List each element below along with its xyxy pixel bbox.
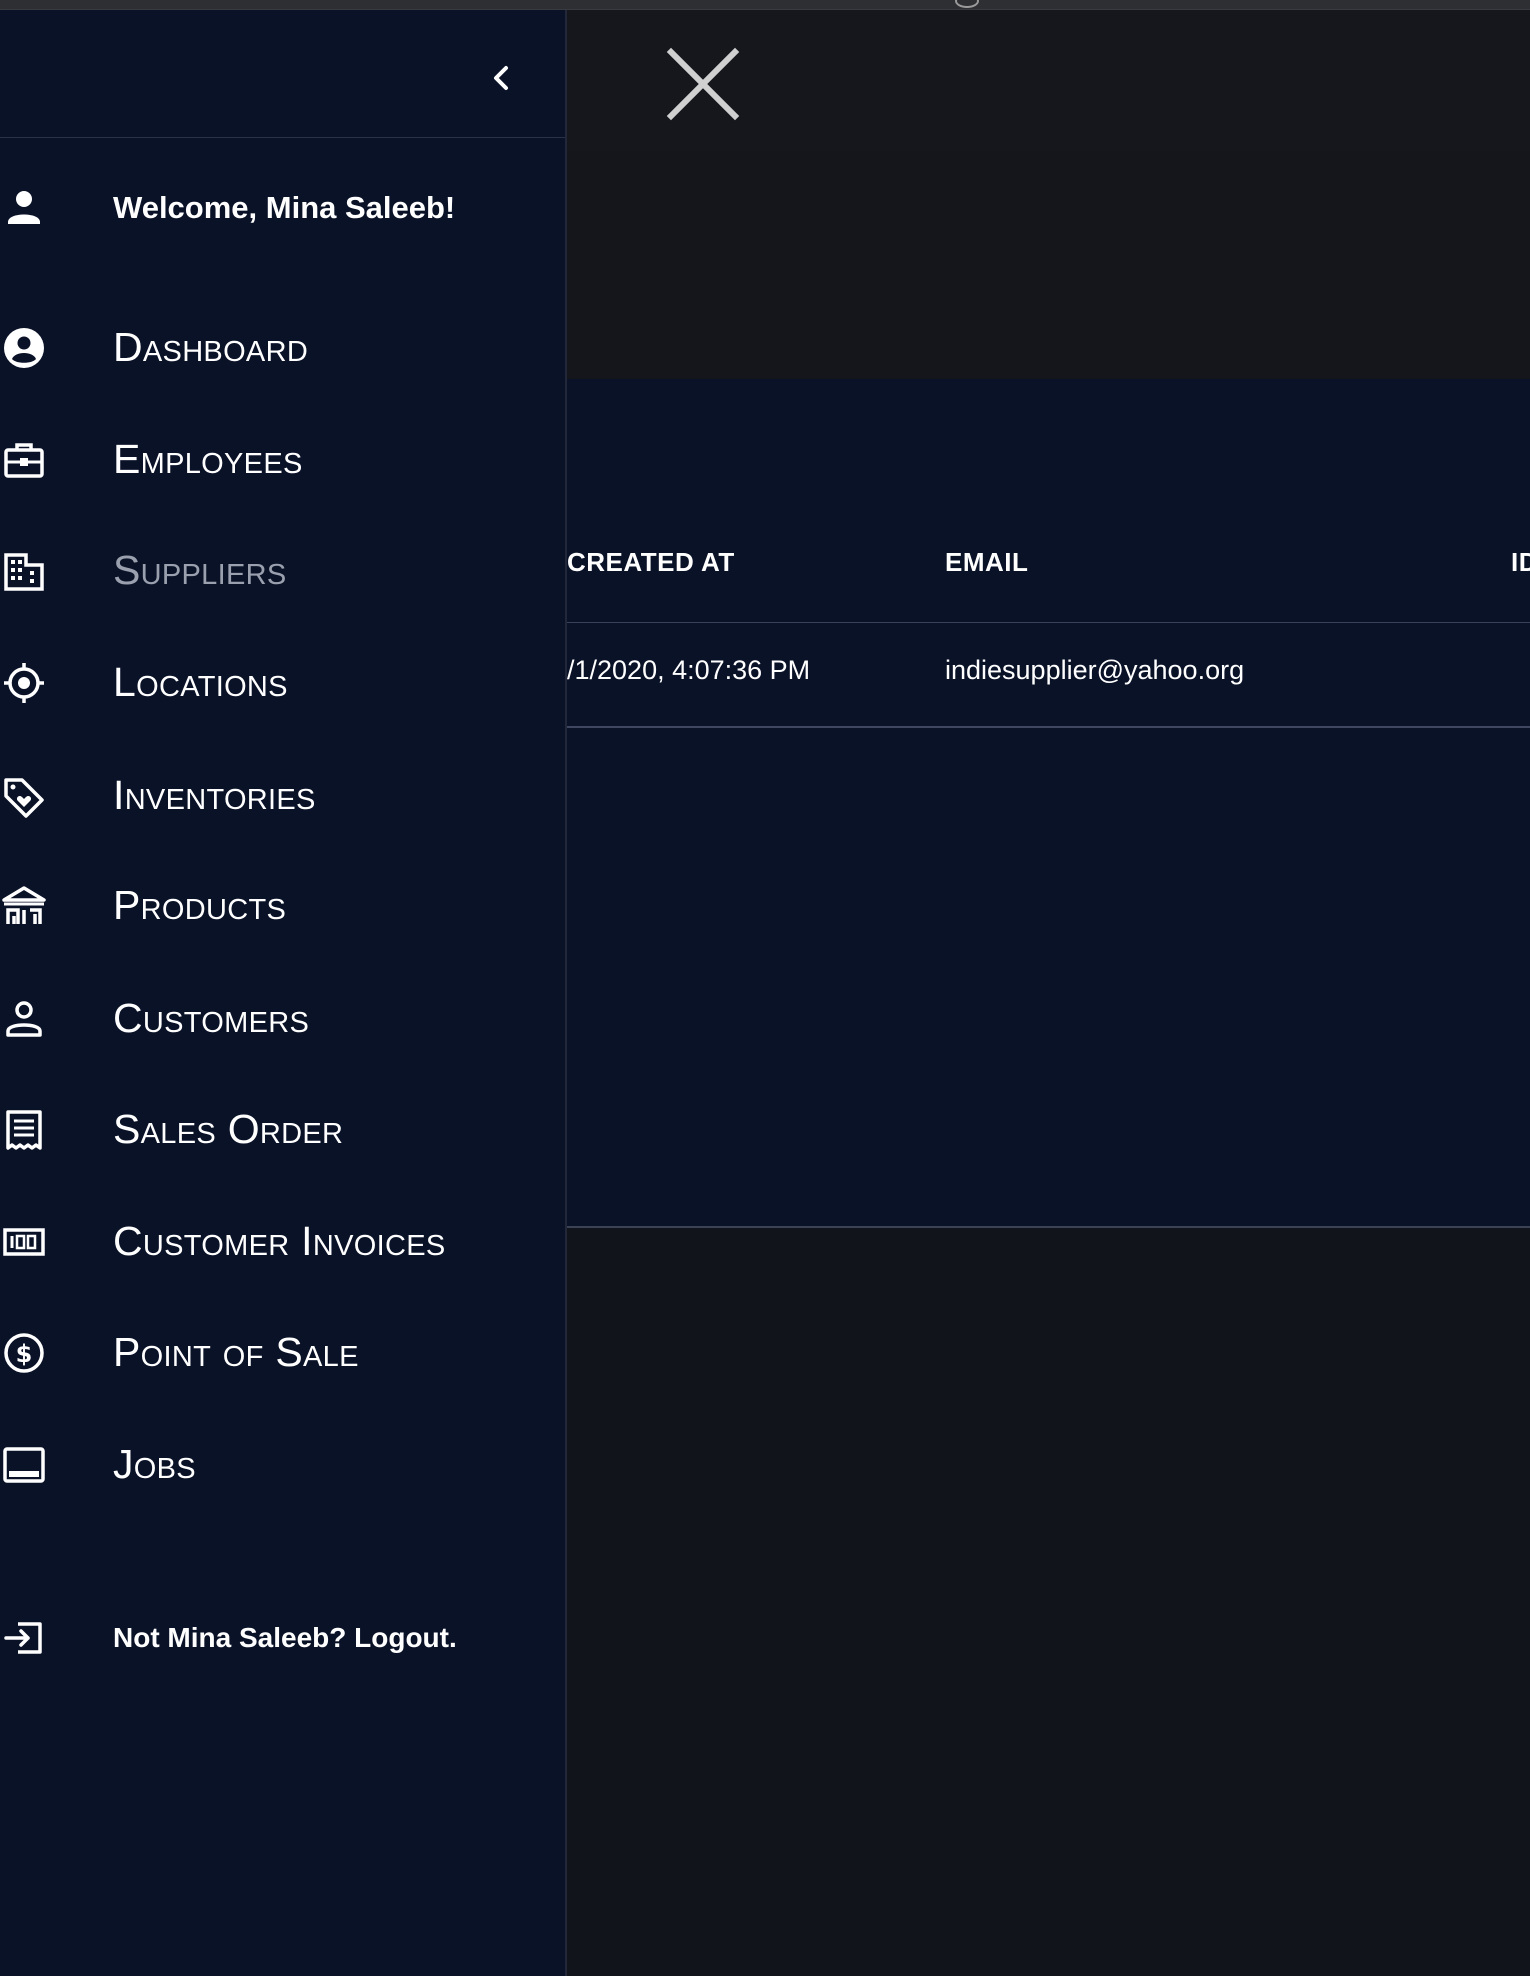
column-header-created-at[interactable]: CREATED AT — [567, 547, 735, 578]
tag-heart-icon — [2, 774, 46, 818]
cell-created-at: /1/2020, 4:07:36 PM — [567, 655, 811, 685]
logout-text: Not Mina Saleeb? Logout. — [113, 1622, 457, 1653]
nav-item-jobs[interactable]: Jobs — [0, 1425, 565, 1505]
welcome-text: Welcome, Mina Saleeb! — [113, 190, 456, 225]
nav-label-jobs: Jobs — [113, 1441, 196, 1487]
navigation-drawer: Welcome, Mina Saleeb! Dashboard Employee… — [0, 10, 567, 1976]
nav-item-dashboard[interactable]: Dashboard — [0, 308, 565, 388]
suppliers-table: CREATED AT EMAIL ID /1/2020, 4:07:36 PM … — [567, 379, 1530, 1228]
cell-email: indiesupplier@yahoo.org — [945, 655, 1245, 685]
top-indicator — [955, 0, 979, 8]
column-header-email[interactable]: EMAIL — [945, 547, 1028, 578]
header-divider — [567, 622, 1530, 623]
svg-text:$: $ — [16, 1340, 33, 1368]
nav-label-suppliers: Suppliers — [113, 547, 287, 593]
monitor-icon — [2, 1443, 46, 1487]
close-icon[interactable] — [663, 44, 743, 124]
nav-label-customer-invoices: Customer Invoices — [113, 1218, 446, 1264]
nav-item-customer-invoices[interactable]: Customer Invoices — [0, 1202, 565, 1282]
nav-label-locations: Locations — [113, 659, 288, 705]
nav-item-sales-order[interactable]: Sales Order — [0, 1090, 565, 1170]
crosshair-icon — [2, 661, 46, 705]
dollar-circle-icon: $ — [2, 1331, 46, 1375]
store-icon — [2, 884, 46, 928]
nav-item-inventories[interactable]: Inventories — [0, 756, 565, 836]
nav-label-inventories: Inventories — [113, 772, 316, 818]
briefcase-icon — [2, 438, 46, 482]
invoice-icon — [2, 1220, 46, 1264]
window-top-strip — [0, 0, 1530, 10]
logout-icon — [2, 1616, 46, 1660]
building-icon — [2, 549, 46, 593]
person-outline-icon — [2, 997, 46, 1041]
nav-item-suppliers[interactable]: Suppliers — [0, 531, 565, 611]
nav-label-point-of-sale: Point of Sale — [113, 1329, 359, 1375]
chevron-left-icon[interactable] — [484, 58, 518, 98]
nav-label-sales-order: Sales Order — [113, 1106, 344, 1152]
column-header-id[interactable]: ID — [1511, 547, 1530, 578]
nav-item-locations[interactable]: Locations — [0, 643, 565, 723]
nav-label-employees: Employees — [113, 436, 303, 482]
nav-item-point-of-sale[interactable]: $ Point of Sale — [0, 1313, 565, 1393]
drawer-header — [0, 10, 565, 138]
nav-item-customers[interactable]: Customers — [0, 979, 565, 1059]
nav-label-dashboard: Dashboard — [113, 324, 309, 370]
welcome-item: Welcome, Mina Saleeb! — [0, 168, 565, 248]
nav-label-products: Products — [113, 882, 287, 928]
row-divider — [567, 726, 1530, 728]
nav-label-customers: Customers — [113, 995, 310, 1041]
nav-item-employees[interactable]: Employees — [0, 420, 565, 500]
person-icon — [2, 186, 46, 230]
page-toolbar-band — [567, 151, 1530, 379]
nav-item-products[interactable]: Products — [0, 866, 565, 946]
receipt-icon — [2, 1108, 46, 1152]
logout-item[interactable]: Not Mina Saleeb? Logout. — [0, 1598, 565, 1678]
account-circle-icon — [2, 326, 46, 370]
